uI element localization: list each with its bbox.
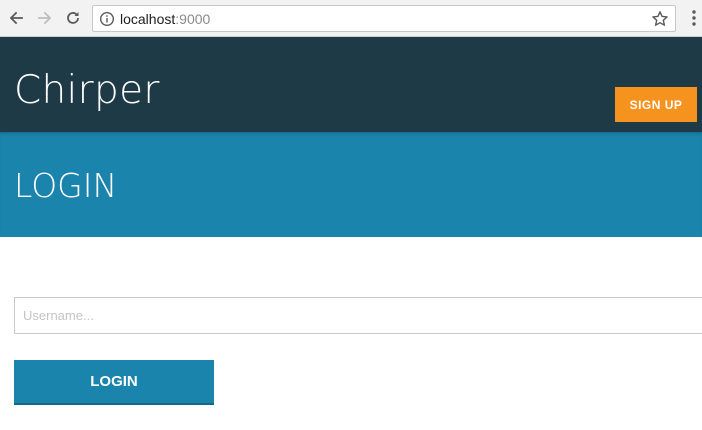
star-icon[interactable] (651, 10, 669, 28)
forward-arrow-icon (38, 11, 52, 25)
info-icon[interactable] (99, 11, 115, 27)
back-button[interactable] (6, 8, 26, 28)
url-host: localhost (120, 11, 176, 27)
username-input[interactable] (14, 297, 702, 334)
forward-button[interactable] (35, 8, 55, 28)
reload-icon (67, 12, 79, 24)
signup-button[interactable]: SIGN UP (615, 87, 697, 122)
page-title: LOGIN (14, 166, 118, 205)
app-header: Chirper SIGN UP (0, 37, 702, 132)
url-text[interactable]: localhost:9000 (120, 11, 210, 27)
kebab-menu-icon[interactable] (686, 9, 702, 27)
url-port: :9000 (175, 11, 211, 27)
browser-toolbar: localhost:9000 (0, 0, 702, 37)
address-bar[interactable]: localhost:9000 (92, 5, 676, 32)
page-banner: LOGIN (0, 132, 702, 237)
back-arrow-icon (9, 11, 23, 25)
brand-logo-text[interactable]: Chirper (14, 68, 160, 113)
login-button[interactable]: LOGIN (14, 360, 214, 405)
reload-button[interactable] (63, 8, 83, 28)
